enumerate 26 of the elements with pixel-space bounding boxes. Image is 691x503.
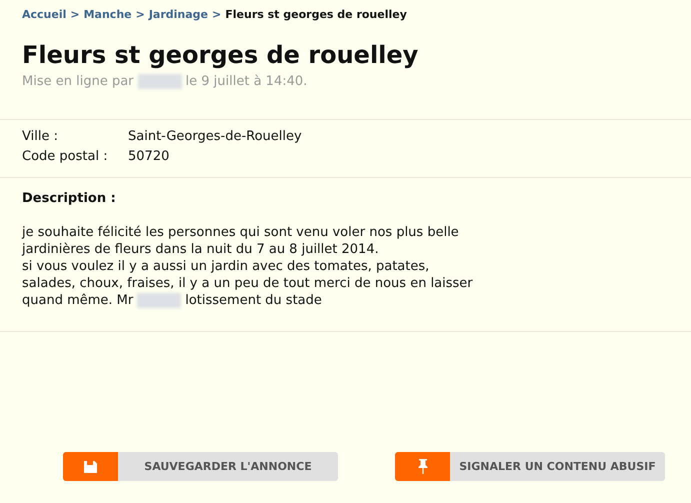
detail-value: 50720 [128,148,170,165]
breadcrumb-link[interactable]: Manche [84,8,132,22]
redacted-blur [138,74,182,89]
ad-title: Fleurs st georges de rouelley [21,40,420,70]
breadcrumb-separator: > [136,8,145,22]
breadcrumb-link[interactable]: Jardinage [148,8,208,22]
detail-value: Saint-Georges-de-Rouelley [128,128,302,145]
breadcrumb-separator: > [70,8,80,22]
breadcrumb-current: Fleurs st georges de rouelley [225,8,407,22]
breadcrumb-link[interactable]: Accueil [22,8,66,22]
detail-label: Ville : [22,128,59,145]
pushpin-icon [418,459,428,474]
breadcrumb-separator: > [212,8,222,22]
description-text: si vous voulez il y a aussi un jardin avec des tomates, patates, [22,258,430,275]
posted-info: le 9 juillet à 14:40. [186,73,308,90]
report-abuse-button[interactable]: SIGNALER UN CONTENU ABUSIF [395,452,665,481]
description-text: je souhaite félicité les personnes qui sont venu voler nos plus belle [22,224,459,241]
description-text: lotissement du stade [185,292,322,309]
detail-label: Code postal : [22,148,109,165]
posted-info: Mise en ligne par [22,73,134,90]
description-text: quand même. Mr [22,292,134,309]
description-text: jardinières de fleurs dans la nuit du 7 au 8 juillet 2014. [22,241,379,258]
redacted-blur [137,293,182,308]
save-ad-button[interactable]: SAUVEGARDER L'ANNONCE [63,452,338,481]
description-text: salades, choux, fraises, il y a un peu de tout merci de nous en laisser [22,275,473,292]
description-heading: Description : [22,190,117,207]
